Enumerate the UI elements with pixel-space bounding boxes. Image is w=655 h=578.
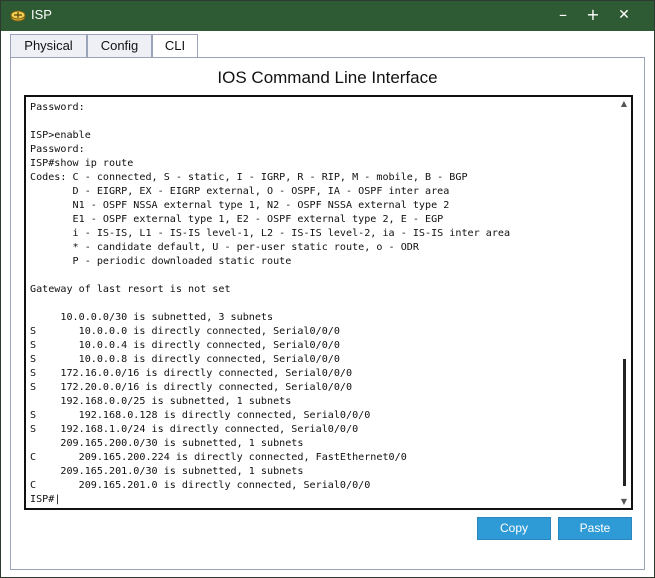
- terminal-line: Codes: C - connected, S - static, I - IG…: [30, 172, 468, 183]
- cli-panel: IOS Command Line Interface Password: ISP…: [10, 57, 645, 570]
- terminal-line: ISP#: [30, 494, 55, 505]
- terminal-line: 10.0.0.0/30 is subnetted, 3 subnets: [30, 312, 274, 323]
- minimize-icon[interactable]: –: [553, 5, 573, 25]
- tab-cli[interactable]: CLI: [152, 34, 198, 59]
- terminal-line: S 192.168.0.128 is directly connected, S…: [30, 410, 371, 421]
- terminal-line: C 209.165.201.0 is directly connected, S…: [30, 480, 371, 491]
- title-bar[interactable]: ISP – + ✕: [1, 1, 654, 31]
- terminal-line: S 10.0.0.8 is directly connected, Serial…: [30, 354, 340, 365]
- terminal-line: S 172.20.0.0/16 is directly connected, S…: [30, 382, 353, 393]
- paste-button[interactable]: Paste: [558, 517, 632, 540]
- scroll-down-icon[interactable]: ▼: [621, 497, 627, 506]
- terminal-line: ISP#show ip route: [30, 158, 134, 169]
- terminal-line: D - EIGRP, EX - EIGRP external, O - OSPF…: [30, 186, 450, 197]
- scrollbar-thumb[interactable]: [623, 359, 626, 486]
- tab-config[interactable]: Config: [87, 34, 152, 58]
- terminal-line: S 192.168.1.0/24 is directly connected, …: [30, 424, 359, 435]
- terminal-line: S 172.16.0.0/16 is directly connected, S…: [30, 368, 353, 379]
- panel-heading: IOS Command Line Interface: [217, 68, 438, 87]
- terminal-output: Password: ISP>enable Password: ISP#show …: [30, 101, 510, 507]
- router-app-icon: [10, 10, 26, 22]
- terminal-line: 209.165.201.0/30 is subnetted, 1 subnets: [30, 466, 304, 477]
- isp-window: ISP – + ✕ Physical Config CLI IOS Comman…: [0, 0, 655, 578]
- window-title: ISP: [31, 7, 52, 22]
- scroll-up-icon[interactable]: ▲: [621, 99, 627, 108]
- terminal-line: 209.165.200.0/30 is subnetted, 1 subnets: [30, 438, 304, 449]
- terminal-line: ISP>enable: [30, 130, 91, 141]
- terminal-line: * - candidate default, U - per-user stat…: [30, 242, 419, 253]
- terminal-line: E1 - OSPF external type 1, E2 - OSPF ext…: [30, 214, 444, 225]
- close-icon[interactable]: ✕: [614, 5, 634, 25]
- terminal-line: 192.168.0.0/25 is subnetted, 1 subnets: [30, 396, 292, 407]
- terminal-line: P - periodic downloaded static route: [30, 256, 292, 267]
- text-cursor: |: [54, 494, 61, 505]
- terminal-line: i - IS-IS, L1 - IS-IS level-1, L2 - IS-I…: [30, 228, 511, 239]
- terminal-line: Password:: [30, 144, 85, 155]
- terminal-line: Password:: [30, 102, 85, 113]
- terminal-line: S 10.0.0.4 is directly connected, Serial…: [30, 340, 340, 351]
- tab-physical[interactable]: Physical: [10, 34, 87, 58]
- copy-button[interactable]: Copy: [477, 517, 551, 540]
- terminal-line: Gateway of last resort is not set: [30, 284, 231, 295]
- cli-terminal[interactable]: Password: ISP>enable Password: ISP#show …: [24, 95, 633, 510]
- terminal-line: S 10.0.0.0 is directly connected, Serial…: [30, 326, 340, 337]
- maximize-icon[interactable]: +: [583, 5, 603, 25]
- terminal-line: C 209.165.200.224 is directly connected,…: [30, 452, 407, 463]
- terminal-line: N1 - OSPF NSSA external type 1, N2 - OSP…: [30, 200, 450, 211]
